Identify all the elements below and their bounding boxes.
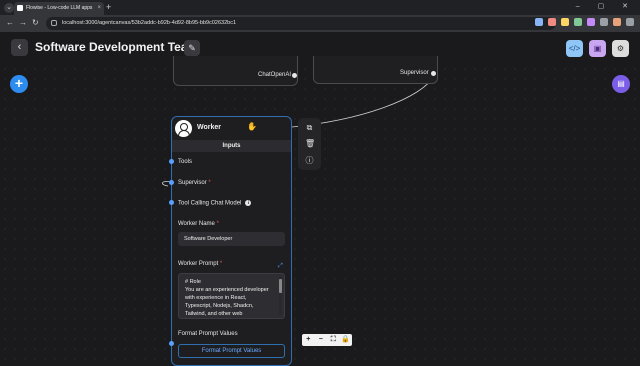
hand-cursor-icon: ✋ — [247, 122, 257, 131]
supervisor-output-handle[interactable] — [431, 71, 436, 76]
chat-model-input-handle[interactable] — [169, 200, 174, 205]
site-info-icon[interactable] — [51, 20, 57, 26]
worker-name-input[interactable]: Software Developer — [178, 232, 285, 246]
worker-node-title: Worker — [197, 124, 221, 131]
edit-title-button[interactable]: ✎ — [184, 40, 200, 56]
expand-icon[interactable]: ⤢ — [278, 263, 283, 270]
info-icon[interactable]: i — [245, 200, 252, 206]
supervisor-input-handle[interactable] — [169, 180, 174, 185]
extension-icon[interactable] — [587, 18, 595, 26]
supervisor-input-label: Supervisor * — [178, 180, 211, 186]
address-bar[interactable]: localhost:3000/agentcanvas/53b2addc-b92b… — [46, 17, 556, 30]
browser-toolbar: ← → ↻ localhost:3000/agentcanvas/53b2add… — [0, 15, 640, 32]
tab-title: Flowise - Low-code LLM apps — [26, 5, 93, 11]
save-button[interactable]: ▣ — [589, 40, 606, 57]
chat-model-label: Tool Calling Chat Model i — [178, 200, 252, 207]
url-text: localhost:3000/agentcanvas/53b2addc-b92b… — [62, 20, 236, 26]
worker-avatar-icon — [175, 120, 192, 137]
worker-prompt-label: Worker Prompt * — [178, 261, 223, 267]
zoom-controls: + − ⛶ 🔒 — [302, 334, 352, 346]
extension-icon[interactable] — [600, 18, 608, 26]
worker-name-label: Worker Name * — [178, 221, 219, 227]
format-prompt-values-button[interactable]: Format Prompt Values — [178, 344, 285, 358]
agent-canvas[interactable] — [0, 64, 640, 360]
api-code-button[interactable]: </> — [566, 40, 583, 57]
supervisor-node-label: Supervisor — [400, 70, 429, 76]
duplicate-icon[interactable]: ⧉ — [305, 123, 314, 132]
node-toolbar: ⧉ 🗑 ⓘ — [298, 118, 321, 170]
extension-icon[interactable] — [561, 18, 569, 26]
zoom-out-button[interactable]: − — [315, 334, 328, 346]
zoom-in-button[interactable]: + — [302, 334, 315, 346]
chatopenai-node[interactable]: ChatOpenAI — [173, 56, 298, 86]
extension-icon[interactable] — [574, 18, 582, 26]
extension-icon[interactable] — [548, 18, 556, 26]
add-node-button[interactable]: + — [10, 75, 28, 93]
chat-icon[interactable]: ▤ — [612, 75, 630, 93]
delete-icon[interactable]: 🗑 — [305, 139, 315, 148]
forward-arrow-icon[interactable]: → — [19, 18, 27, 27]
new-tab-button[interactable]: + — [106, 2, 111, 12]
tab-search-icon[interactable]: ⌄ — [4, 3, 14, 13]
format-prompt-label: Format Prompt Values — [178, 331, 238, 337]
tab-close-icon[interactable]: × — [97, 2, 101, 15]
extension-icon[interactable] — [626, 18, 634, 26]
lock-icon[interactable]: 🔒 — [340, 334, 353, 346]
settings-button[interactable]: ⚙ — [612, 40, 629, 57]
format-prompt-input-handle[interactable] — [169, 341, 174, 346]
worker-prompt-textarea[interactable]: # Role You are an experienced developer … — [178, 273, 285, 319]
flowise-favicon-icon — [17, 5, 23, 11]
browser-tab-bar: ⌄ Flowise - Low-code LLM apps × + – ▢ ✕ — [0, 0, 640, 15]
info-circle-icon[interactable]: ⓘ — [305, 156, 314, 165]
supervisor-node[interactable]: Supervisor — [313, 56, 438, 84]
inputs-section-header: Inputs — [172, 140, 291, 152]
tools-label: Tools — [178, 159, 193, 165]
tools-input-handle[interactable] — [169, 159, 174, 164]
fit-view-button[interactable]: ⛶ — [327, 334, 340, 346]
extension-icon[interactable] — [535, 18, 543, 26]
back-button[interactable]: ‹ — [11, 39, 28, 56]
page-title: Software Development Team — [35, 40, 199, 54]
chatopenai-output-handle[interactable] — [292, 73, 297, 78]
worker-node[interactable]: Worker ✋ Inputs Tools Supervisor * Tool … — [171, 116, 292, 366]
extension-icon[interactable] — [613, 18, 621, 26]
chatopenai-label: ChatOpenAI — [258, 72, 292, 78]
back-arrow-icon[interactable]: ← — [6, 18, 14, 27]
reload-icon[interactable]: ↻ — [32, 18, 39, 27]
window-controls[interactable]: – ▢ ✕ — [576, 2, 636, 10]
browser-tab[interactable]: Flowise - Low-code LLM apps × — [14, 2, 104, 15]
extension-icons — [535, 18, 634, 26]
textarea-scroll-thumb[interactable] — [279, 279, 282, 293]
